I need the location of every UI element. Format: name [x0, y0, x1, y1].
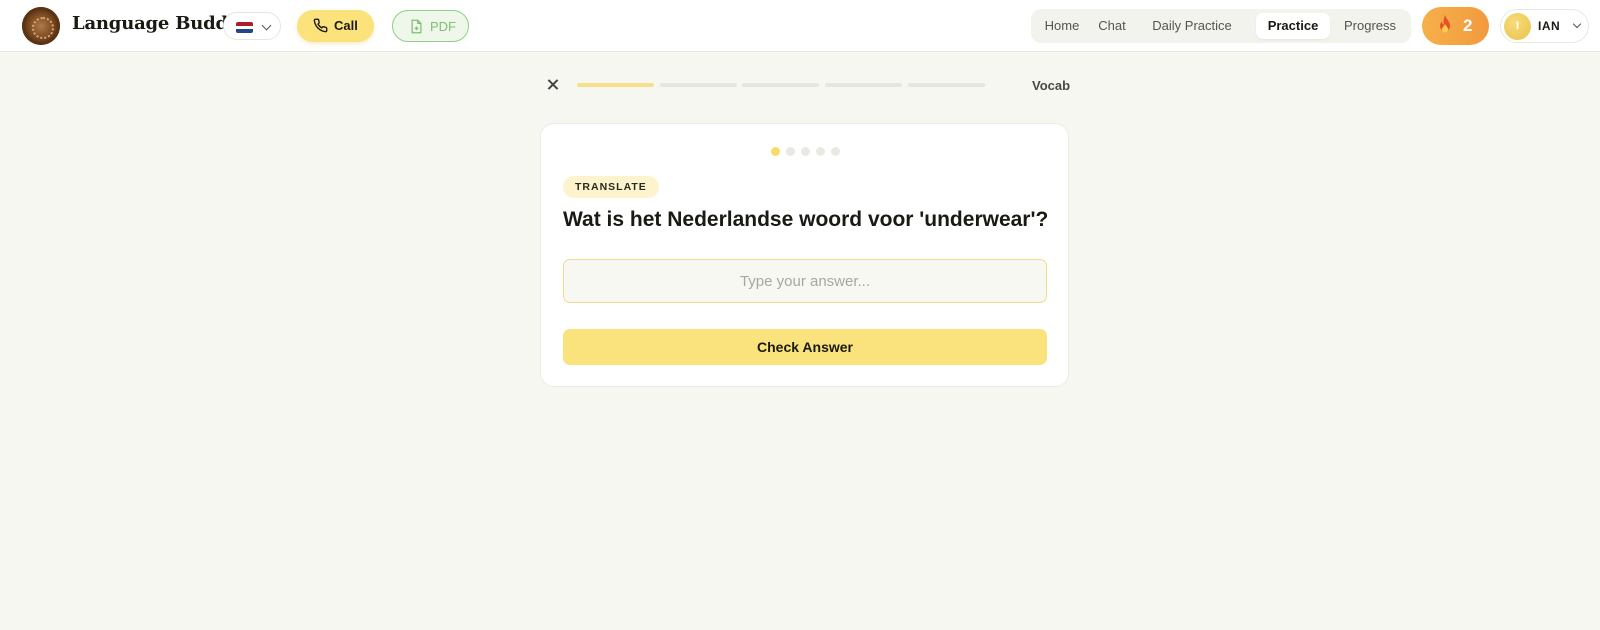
nav-item-practice[interactable]: Practice — [1256, 13, 1330, 39]
pdf-label: PDF — [430, 19, 456, 34]
exercise-card: TRANSLATE Wat is het Nederlandse woord v… — [540, 123, 1069, 387]
question-dot — [801, 147, 810, 156]
question-text: Wat is het Nederlandse woord voor 'under… — [563, 208, 1049, 231]
phone-icon — [313, 18, 328, 33]
chevron-down-icon — [1572, 19, 1582, 29]
close-icon[interactable] — [544, 76, 562, 94]
chevron-down-icon — [261, 20, 272, 31]
call-label: Call — [334, 18, 358, 33]
brand-name: Language Buddy — [72, 13, 239, 34]
nav-item-progress[interactable]: Progress — [1337, 13, 1403, 39]
user-name: IAN — [1538, 19, 1561, 33]
file-icon — [411, 19, 422, 34]
progress-segment — [742, 83, 819, 87]
streak-count: 2 — [1463, 16, 1473, 35]
top-header: Language Buddy Call PDF Home Chat Daily … — [0, 0, 1600, 52]
check-answer-button[interactable]: Check Answer — [563, 329, 1047, 365]
flame-icon — [1440, 15, 1450, 33]
question-dot — [816, 147, 825, 156]
nav-item-chat[interactable]: Chat — [1091, 13, 1133, 39]
language-selector[interactable] — [223, 12, 281, 40]
avatar: I — [1504, 13, 1531, 40]
call-button[interactable]: Call — [297, 10, 374, 42]
user-menu[interactable]: I IAN — [1500, 9, 1589, 43]
progress-segment — [825, 83, 902, 87]
answer-input[interactable] — [563, 259, 1047, 303]
pdf-button[interactable]: PDF — [392, 10, 469, 42]
progress-segment — [660, 83, 737, 87]
question-dot — [771, 147, 780, 156]
progress-segment — [577, 83, 654, 87]
exercise-type-badge: TRANSLATE — [563, 176, 659, 198]
main-nav: Home Chat Daily Practice Practice Progre… — [1031, 9, 1411, 43]
nav-item-home[interactable]: Home — [1039, 13, 1085, 39]
progress-segment — [908, 83, 985, 87]
app-logo[interactable] — [22, 7, 60, 45]
question-dot — [831, 147, 840, 156]
netherlands-flag-icon — [236, 22, 253, 33]
nav-item-daily-practice[interactable]: Daily Practice — [1141, 13, 1243, 39]
question-dot — [786, 147, 795, 156]
streak-badge[interactable]: 2 — [1422, 7, 1489, 45]
session-category: Vocab — [1032, 78, 1071, 93]
